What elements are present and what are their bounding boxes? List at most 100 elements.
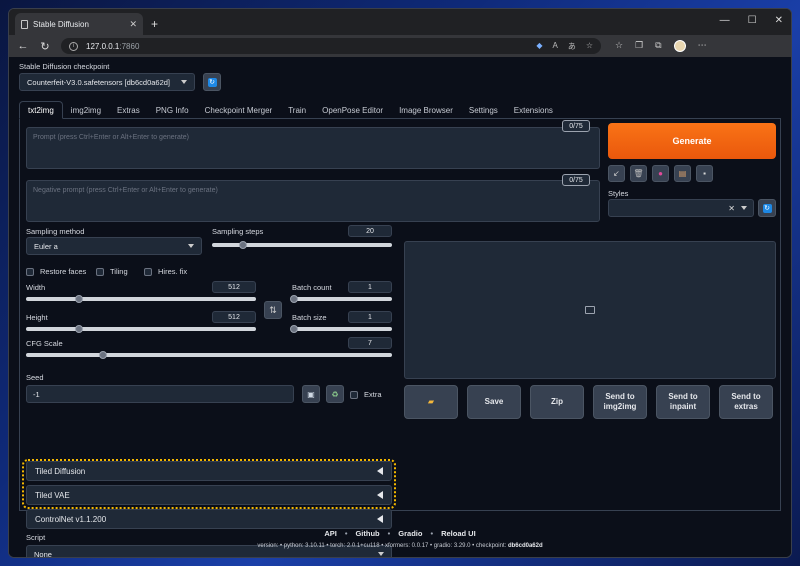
read-params-button[interactable]: ↙ xyxy=(608,165,625,182)
favorite-add-icon[interactable]: ☆ xyxy=(586,41,593,52)
tiling-checkbox[interactable]: Tiling xyxy=(96,267,128,276)
footer-link-gradio[interactable]: Gradio xyxy=(398,529,422,538)
checkbox-box[interactable] xyxy=(350,390,358,399)
generate-button[interactable]: Generate xyxy=(608,123,776,159)
clear-icon[interactable]: ✕ xyxy=(728,204,735,213)
cfg-scale-input[interactable]: 7 xyxy=(348,337,392,349)
slider-handle[interactable] xyxy=(98,351,107,359)
swap-dimensions-button[interactable]: ⇅ xyxy=(264,301,282,319)
negative-prompt-input[interactable]: Negative prompt (press Ctrl+Enter or Alt… xyxy=(26,180,600,222)
prompt-token-counter: 0/75 xyxy=(562,120,590,132)
seed-label: Seed xyxy=(26,373,44,382)
close-tab-icon[interactable]: ✕ xyxy=(129,19,137,30)
checkpoint-hash: db6cd0a62d xyxy=(507,543,543,549)
maximize-icon[interactable]: ☐ xyxy=(748,15,757,26)
styles-refresh-button[interactable]: ↻ xyxy=(758,199,776,217)
height-input[interactable]: 512 xyxy=(212,311,256,323)
height-slider[interactable] xyxy=(26,325,256,333)
sampling-method-select[interactable]: Euler a xyxy=(26,237,202,255)
batch-size-slider[interactable] xyxy=(290,325,392,333)
batch-size-input[interactable]: 1 xyxy=(348,311,392,323)
footer-link-api[interactable]: API xyxy=(324,529,337,538)
separator: • xyxy=(430,529,434,538)
version-text: version: • python: 3.10.11 • torch: 2.0.… xyxy=(257,543,508,549)
reuse-seed-button[interactable]: ♻ xyxy=(326,385,344,403)
checkpoint-select[interactable]: Counterfeit-V3.0.safetensors [db6cd0a62d… xyxy=(19,73,195,91)
close-window-icon[interactable]: ✕ xyxy=(775,15,783,26)
width-slider[interactable] xyxy=(26,295,256,303)
prompt-input[interactable]: Prompt (press Ctrl+Enter or Alt+Enter to… xyxy=(26,127,600,169)
extensions-icon[interactable]: ⧉ xyxy=(655,40,661,52)
zip-button[interactable]: Zip xyxy=(530,385,584,419)
tag-icon[interactable]: ◆ xyxy=(536,41,542,52)
slider-handle[interactable] xyxy=(238,241,247,249)
profile-avatar[interactable] xyxy=(673,40,686,52)
extra-seed-checkbox[interactable]: Extra xyxy=(350,390,382,399)
minimize-icon[interactable]: — xyxy=(720,15,730,26)
url-field[interactable]: i 127.0.0.1:7860 ◆ A あ ☆ xyxy=(61,38,601,54)
collections-icon[interactable]: ❐ xyxy=(635,40,643,52)
window-controls: — ☐ ✕ xyxy=(720,15,783,26)
tab-extras[interactable]: Extras xyxy=(109,101,148,119)
back-icon[interactable]: ← xyxy=(17,40,29,52)
random-seed-button[interactable]: ▣ xyxy=(302,385,320,403)
translate-icon[interactable]: あ xyxy=(568,41,576,52)
chevron-down-icon xyxy=(188,244,194,248)
favorites-icon[interactable]: ☆ xyxy=(615,40,623,52)
restore-faces-checkbox[interactable]: Restore faces xyxy=(26,267,86,276)
footer-link-github[interactable]: Github xyxy=(355,529,379,538)
tab-image-browser[interactable]: Image Browser xyxy=(391,101,461,119)
tiled-vae-accordion[interactable]: Tiled VAE xyxy=(26,485,392,505)
tab-checkpoint-merger[interactable]: Checkpoint Merger xyxy=(197,101,281,119)
txt2img-panel: Prompt (press Ctrl+Enter or Alt+Enter to… xyxy=(19,119,781,557)
checkpoint-refresh-button[interactable]: ↻ xyxy=(203,73,221,91)
seed-input[interactable]: -1 xyxy=(26,385,294,403)
clear-prompt-button[interactable]: 🗑 xyxy=(630,165,647,182)
tiled-diffusion-accordion[interactable]: Tiled Diffusion xyxy=(26,461,392,481)
tab-png-info[interactable]: PNG Info xyxy=(148,101,197,119)
slider-handle[interactable] xyxy=(74,325,83,333)
batch-count-input[interactable]: 1 xyxy=(348,281,392,293)
open-folder-button[interactable]: ▰ xyxy=(404,385,458,419)
cfg-scale-slider[interactable] xyxy=(26,351,392,359)
new-tab-icon[interactable]: + xyxy=(151,17,158,31)
hires-fix-label: Hires. fix xyxy=(158,267,188,276)
slider-handle[interactable] xyxy=(290,295,298,303)
sampling-steps-slider[interactable] xyxy=(212,241,392,249)
slider-handle[interactable] xyxy=(74,295,83,303)
send-to-img2img-button[interactable]: Send to img2img xyxy=(593,385,647,419)
footer-link-reload-ui[interactable]: Reload UI xyxy=(441,529,476,538)
tab-extensions[interactable]: Extensions xyxy=(506,101,561,119)
styles-select[interactable]: ✕ xyxy=(608,199,754,217)
more-icon[interactable]: ⋯ xyxy=(698,40,707,52)
read-aloud-icon[interactable]: A xyxy=(552,41,557,52)
browser-tab[interactable]: Stable Diffusion ✕ xyxy=(15,13,143,35)
send-to-inpaint-button[interactable]: Send to inpaint xyxy=(656,385,710,419)
extra-networks-button[interactable]: ● xyxy=(652,165,669,182)
clipboard-icon: ▤ xyxy=(678,169,687,178)
slider-handle[interactable] xyxy=(290,325,298,333)
batch-count-slider[interactable] xyxy=(290,295,392,303)
apply-styles-button[interactable]: ▤ xyxy=(674,165,691,182)
checkbox-box[interactable] xyxy=(26,267,34,276)
tab-settings[interactable]: Settings xyxy=(461,101,506,119)
tab-txt2img[interactable]: txt2img xyxy=(19,101,63,119)
width-input[interactable]: 512 xyxy=(212,281,256,293)
footer-links: API • Github • Gradio • Reload UI xyxy=(9,529,791,538)
tab-train[interactable]: Train xyxy=(280,101,314,119)
controlnet-accordion[interactable]: ControlNet v1.1.200 xyxy=(26,509,392,529)
checkbox-box[interactable] xyxy=(144,267,152,276)
save-button[interactable]: Save xyxy=(467,385,521,419)
send-to-extras-button[interactable]: Send to extras xyxy=(719,385,773,419)
checkpoint-label: Stable Diffusion checkpoint xyxy=(19,62,110,71)
hires-fix-checkbox[interactable]: Hires. fix xyxy=(144,267,187,276)
tab-img2img[interactable]: img2img xyxy=(63,101,109,119)
sampling-steps-input[interactable]: 20 xyxy=(348,225,392,237)
url-port: :7860 xyxy=(119,41,140,51)
tab-openpose-editor[interactable]: OpenPose Editor xyxy=(314,101,391,119)
info-icon[interactable]: i xyxy=(69,41,78,51)
checkbox-box[interactable] xyxy=(96,267,104,276)
prompt-tools: ↙ 🗑 ● ▤ ▪ xyxy=(608,165,713,182)
reload-icon[interactable]: ↻ xyxy=(39,40,51,53)
save-style-button[interactable]: ▪ xyxy=(696,165,713,182)
